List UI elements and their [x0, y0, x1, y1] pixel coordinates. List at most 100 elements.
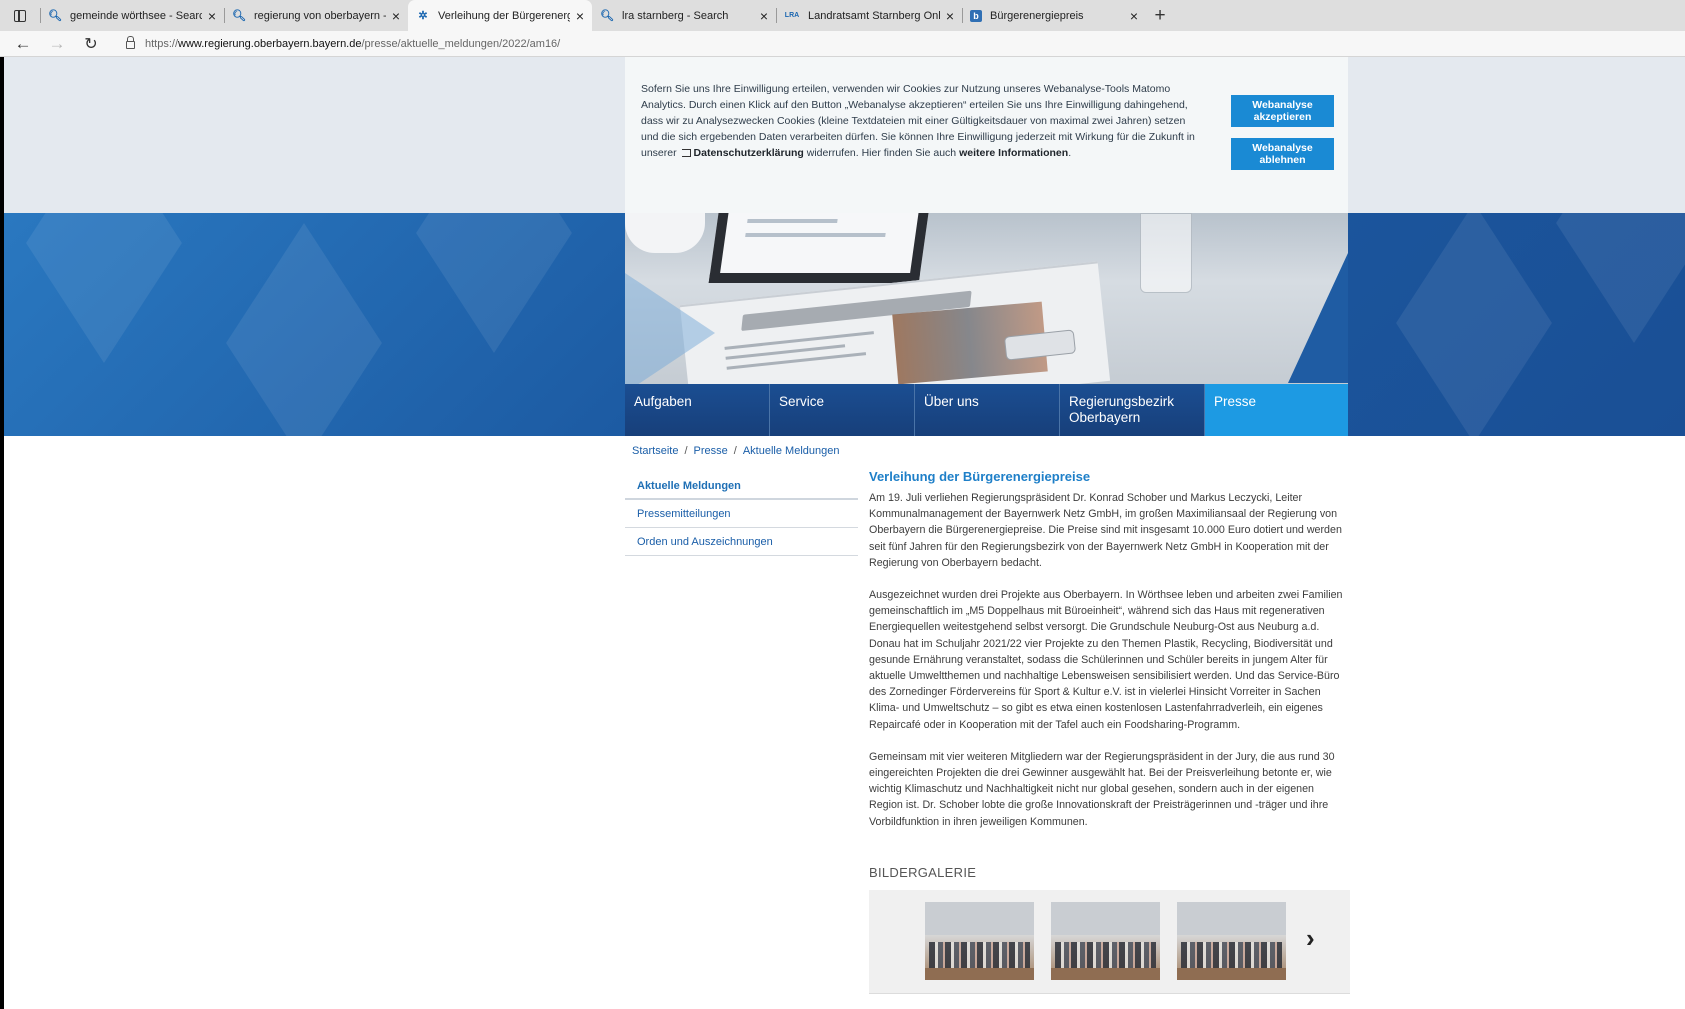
- web-page: Aufgaben Service Über uns Regierungsbezi…: [4, 57, 1685, 1009]
- more-info-link[interactable]: weitere Informationen: [959, 147, 1068, 159]
- arrow-left-icon: ←: [14, 33, 32, 53]
- photo-floor: [925, 968, 1034, 980]
- photo-wall: [925, 902, 1034, 935]
- forward-button[interactable]: →: [40, 34, 74, 54]
- url-prefix: https://: [145, 37, 179, 50]
- decor-corner: [1288, 253, 1348, 383]
- b-logo-icon: b: [970, 9, 982, 22]
- decline-analytics-button[interactable]: Webanalyse ablehnen: [1231, 138, 1334, 170]
- nav-item-ueber-uns[interactable]: Über uns: [915, 384, 1060, 436]
- nav-item-presse[interactable]: Presse: [1205, 384, 1348, 436]
- close-icon[interactable]: ×: [208, 8, 216, 24]
- new-tab-button[interactable]: +: [1146, 0, 1174, 31]
- photo-people: [1181, 942, 1282, 968]
- photo-floor: [1177, 968, 1286, 980]
- article-paragraph: Ausgezeichnet wurden drei Projekte aus O…: [869, 589, 1343, 731]
- nav-item-aufgaben[interactable]: Aufgaben: [625, 384, 770, 436]
- close-icon[interactable]: ×: [760, 8, 768, 24]
- reload-button[interactable]: ↻: [74, 34, 108, 54]
- tab-title: Landratsamt Starnberg Online: [808, 9, 940, 22]
- article-paragraph: Am 19. Juli verliehen Regierungspräsiden…: [869, 492, 1342, 569]
- gallery-next-button[interactable]: ›: [1306, 923, 1315, 954]
- accept-analytics-button[interactable]: Webanalyse akzeptieren: [1231, 95, 1334, 127]
- breadcrumb-separator: /: [733, 445, 737, 457]
- tab-actions-button[interactable]: [0, 0, 40, 31]
- url-host: www.regierung.oberbayern.bayern.de: [178, 37, 362, 50]
- laptop-line: [745, 233, 886, 237]
- breadcrumb: Startseite / Presse / Aktuelle Meldungen: [632, 445, 839, 457]
- browser-tab-active[interactable]: ✲ Verleihung der Bürgerenergiepre ×: [408, 0, 592, 31]
- cookie-text-part: widerrufen. Hier finden Sie auch: [806, 147, 957, 159]
- photo-people: [929, 942, 1030, 968]
- tab-title: Bürgerenergiepreis: [990, 9, 1084, 22]
- sidebar-item-aktuelle-meldungen[interactable]: Aktuelle Meldungen: [625, 472, 858, 500]
- gallery-thumbnail[interactable]: [1051, 902, 1160, 980]
- photo-people: [1055, 942, 1156, 968]
- chevron-right-icon: ›: [1306, 923, 1315, 953]
- browser-tab[interactable]: 🔍︎ gemeinde wörthsee - Search ×: [40, 0, 224, 31]
- address-bar: ← → ↻ https://www.regierung.oberbayern.b…: [0, 31, 1685, 57]
- url-path: /presse/aktuelle_meldungen/2022/am16/: [361, 37, 561, 50]
- decor-triangle: [625, 273, 715, 384]
- bavaria-logo-icon: ✲: [418, 10, 428, 22]
- login-icon: [681, 149, 691, 157]
- photo-wall: [1177, 902, 1286, 935]
- gallery-thumbnail[interactable]: [1177, 902, 1286, 980]
- glass-shape: [1140, 213, 1192, 293]
- sidebar-item-orden[interactable]: Orden und Auszeichnungen: [625, 528, 858, 556]
- gallery-thumbnail[interactable]: [925, 902, 1034, 980]
- rhombus-pattern: [26, 213, 182, 364]
- breadcrumb-item[interactable]: Presse: [694, 445, 728, 457]
- rhombus-pattern: [416, 213, 572, 354]
- photo-floor: [1051, 968, 1160, 980]
- privacy-link[interactable]: Datenschutzerklärung: [694, 147, 804, 159]
- search-icon: 🔍︎: [48, 10, 62, 22]
- arrow-right-icon: →: [48, 33, 66, 53]
- close-icon[interactable]: ×: [576, 8, 584, 24]
- tab-title: gemeinde wörthsee - Search: [70, 9, 202, 22]
- browser-tab[interactable]: b Bürgerenergiepreis ×: [962, 0, 1146, 31]
- rhombus-pattern: [1556, 213, 1685, 344]
- cookie-text-part: .: [1068, 147, 1072, 159]
- close-icon[interactable]: ×: [1130, 8, 1138, 24]
- browser-tab[interactable]: 🔍︎ regierung von oberbayern - Sear ×: [224, 0, 408, 31]
- back-button[interactable]: ←: [6, 34, 40, 54]
- tab-title: regierung von oberbayern - Sear: [254, 9, 386, 22]
- article: Verleihung der Bürgerenergiepreise Am 19…: [869, 469, 1349, 846]
- article-title: Verleihung der Bürgerenergiepreise: [869, 469, 1091, 484]
- search-icon: 🔍︎: [600, 10, 614, 22]
- tab-title: Verleihung der Bürgerenergiepre: [438, 9, 570, 22]
- browser-tabbar: 🔍︎ gemeinde wörthsee - Search × 🔍︎ regie…: [0, 0, 1685, 31]
- rhombus-pattern: [226, 222, 382, 436]
- laptop-line: [747, 219, 838, 223]
- photo-wall: [1051, 902, 1160, 935]
- breadcrumb-separator: /: [684, 445, 688, 457]
- cookie-banner: Sofern Sie uns Ihre Einwilligung erteile…: [625, 57, 1348, 213]
- sidebar: Aktuelle Meldungen Pressemitteilungen Or…: [625, 472, 858, 556]
- lock-icon[interactable]: [126, 36, 135, 49]
- laptop-shape: [708, 213, 932, 283]
- newspaper-line: [724, 331, 874, 350]
- tab-title: lra starnberg - Search: [622, 9, 729, 22]
- sidebar-item-pressemitteilungen[interactable]: Pressemitteilungen: [625, 500, 858, 528]
- article-paragraph: Gemeinsam mit vier weiteren Mitgliedern …: [869, 750, 1335, 828]
- rhombus-pattern: [1396, 213, 1552, 436]
- gallery-title: BILDERGALERIE: [869, 865, 977, 880]
- breadcrumb-item[interactable]: Startseite: [632, 445, 678, 457]
- close-icon[interactable]: ×: [392, 8, 400, 24]
- hero-image: [625, 213, 1348, 384]
- tab-actions-icon: [14, 9, 26, 22]
- cookie-text: Sofern Sie uns Ihre Einwilligung erteile…: [641, 81, 1201, 161]
- search-icon: 🔍︎: [232, 10, 246, 22]
- browser-tab[interactable]: LRA Landratsamt Starnberg Online ×: [776, 0, 962, 31]
- nav-item-regierungsbezirk[interactable]: Regierungsbezirk Oberbayern: [1060, 384, 1205, 436]
- nav-item-service[interactable]: Service: [770, 384, 915, 436]
- main-navigation: Aufgaben Service Über uns Regierungsbezi…: [625, 384, 1348, 436]
- browser-tab[interactable]: 🔍︎ lra starnberg - Search ×: [592, 0, 776, 31]
- url-field[interactable]: https://www.regierung.oberbayern.bayern.…: [145, 38, 560, 50]
- plus-icon: +: [1154, 4, 1166, 26]
- lra-logo-icon: LRA: [784, 12, 800, 19]
- image-gallery: ›: [869, 890, 1350, 994]
- close-icon[interactable]: ×: [946, 8, 954, 24]
- breadcrumb-item[interactable]: Aktuelle Meldungen: [743, 445, 840, 457]
